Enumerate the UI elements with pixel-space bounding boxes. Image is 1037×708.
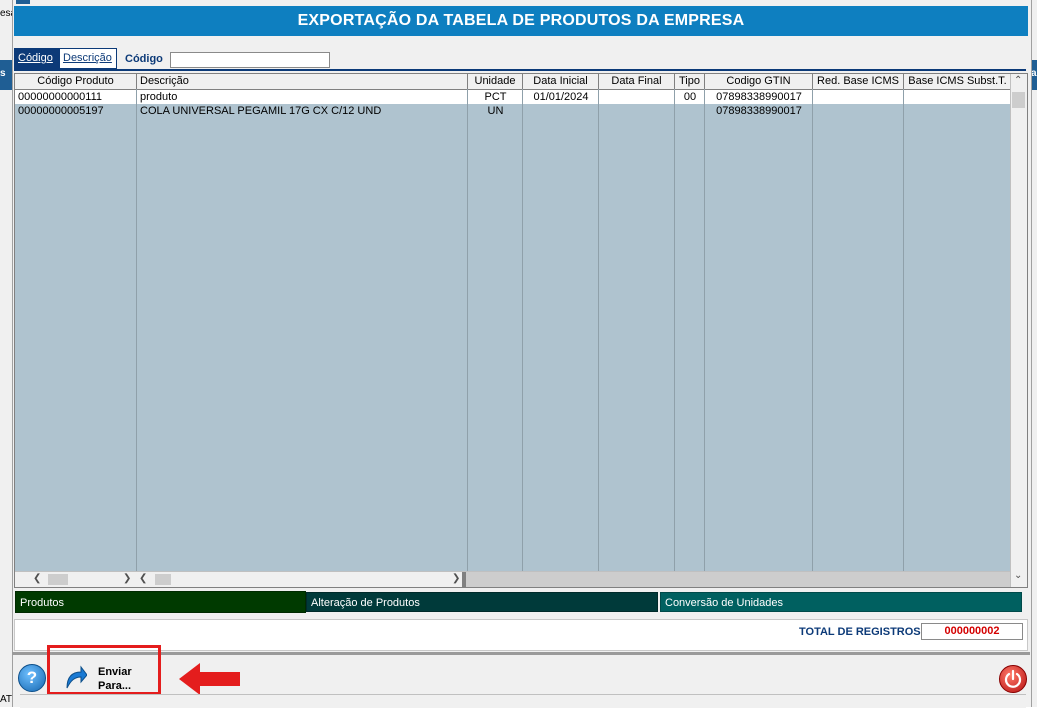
cell-red-base bbox=[813, 90, 904, 104]
cell-codigo: 00000000000111 bbox=[18, 91, 103, 103]
cell-red-base bbox=[813, 104, 904, 118]
tab-descricao[interactable]: Descrição bbox=[59, 48, 117, 69]
column-header[interactable]: Data Inicial bbox=[523, 74, 599, 89]
column-divider bbox=[812, 89, 813, 572]
scroll-left-icon[interactable]: ❮ bbox=[139, 573, 147, 584]
column-header[interactable]: Red. Base ICMS bbox=[813, 74, 904, 89]
cell-tipo: 00 bbox=[683, 91, 697, 103]
column-divider bbox=[674, 89, 675, 572]
scroll-thumb[interactable] bbox=[155, 574, 171, 585]
background-text-fragment: s bbox=[0, 68, 6, 79]
column-header[interactable]: Descrição bbox=[137, 74, 468, 89]
horizontal-scrollbar[interactable]: ❮ ❯ ❮ ❯ bbox=[15, 571, 466, 587]
cell-descricao: produto bbox=[140, 91, 178, 103]
column-divider bbox=[903, 89, 904, 572]
arrow-left-icon bbox=[179, 663, 240, 695]
tab-codigo[interactable]: Código bbox=[14, 48, 60, 69]
cell-data-inicial bbox=[523, 104, 599, 118]
column-divider bbox=[522, 89, 523, 572]
cell-base-st bbox=[904, 90, 1011, 104]
cell-base-st bbox=[904, 104, 1011, 118]
column-header[interactable]: Codigo GTIN bbox=[705, 74, 813, 89]
window-icon bbox=[16, 0, 30, 4]
power-icon bbox=[1004, 669, 1022, 688]
search-label: Código bbox=[125, 53, 163, 65]
column-header[interactable]: Unidade bbox=[468, 74, 523, 89]
total-value: 000000002 bbox=[921, 623, 1023, 640]
cell-gtin: 07898338990017 bbox=[716, 105, 802, 117]
help-button[interactable]: ? bbox=[18, 664, 46, 692]
background-text-fragment: AT bbox=[0, 694, 13, 705]
cell-codigo: 00000000005197 bbox=[18, 105, 104, 117]
power-button[interactable] bbox=[999, 665, 1027, 693]
divider bbox=[14, 69, 1026, 71]
column-header[interactable]: Código Produto bbox=[15, 74, 137, 89]
cell-unidade: PCT bbox=[484, 91, 507, 103]
cell-gtin: 07898338990017 bbox=[716, 91, 802, 103]
scroll-left-icon[interactable]: ❮ bbox=[33, 573, 41, 584]
column-header[interactable]: Data Final bbox=[599, 74, 675, 89]
scroll-right-icon[interactable]: ❯ bbox=[452, 573, 460, 584]
table-row[interactable]: 00000000000111 produto PCT 01/01/2024 00… bbox=[15, 90, 1011, 104]
scroll-thumb[interactable] bbox=[48, 574, 68, 585]
table-row[interactable]: 00000000005197 COLA UNIVERSAL PEGAMIL 17… bbox=[15, 104, 1011, 118]
column-header[interactable]: Tipo bbox=[675, 74, 705, 89]
dialog-title: EXPORTAÇÃO DA TABELA DE PRODUTOS DA EMPR… bbox=[14, 6, 1028, 36]
cell-data-final bbox=[599, 90, 675, 104]
column-divider bbox=[598, 89, 599, 572]
grid-header: Código Produto Descrição Unidade Data In… bbox=[15, 74, 1011, 90]
scroll-right-icon[interactable]: ❯ bbox=[123, 573, 131, 584]
cell-tipo bbox=[675, 104, 705, 118]
vertical-scrollbar[interactable]: ⌃ ⌄ bbox=[1010, 74, 1027, 587]
cell-data-final bbox=[599, 104, 675, 118]
column-divider bbox=[704, 89, 705, 572]
tab-produtos[interactable]: Produtos bbox=[15, 591, 306, 613]
total-label: TOTAL DE REGISTROS: bbox=[799, 626, 925, 638]
horizontal-scrollbar-track[interactable] bbox=[466, 571, 1011, 587]
highlight-box bbox=[47, 645, 161, 695]
tab-conversao-unidades[interactable]: Conversão de Unidades bbox=[660, 592, 1022, 612]
status-bar bbox=[20, 694, 1026, 708]
cell-data-inicial: 01/01/2024 bbox=[533, 91, 589, 103]
column-header[interactable]: Base ICMS Subst.T. bbox=[904, 74, 1011, 89]
products-grid[interactable]: Código Produto Descrição Unidade Data In… bbox=[14, 73, 1028, 588]
column-divider bbox=[467, 89, 468, 572]
tab-alteracao-produtos[interactable]: Alteração de Produtos bbox=[306, 592, 658, 612]
divider bbox=[12, 652, 1030, 655]
column-divider bbox=[136, 89, 137, 572]
scroll-down-icon[interactable]: ⌄ bbox=[1014, 570, 1022, 581]
scroll-thumb[interactable] bbox=[1012, 92, 1025, 108]
cell-unidade: UN bbox=[487, 105, 504, 117]
search-input[interactable] bbox=[170, 52, 330, 68]
cell-descricao: COLA UNIVERSAL PEGAMIL 17G CX C/12 UND bbox=[140, 105, 382, 117]
scroll-up-icon[interactable]: ⌃ bbox=[1014, 75, 1022, 86]
